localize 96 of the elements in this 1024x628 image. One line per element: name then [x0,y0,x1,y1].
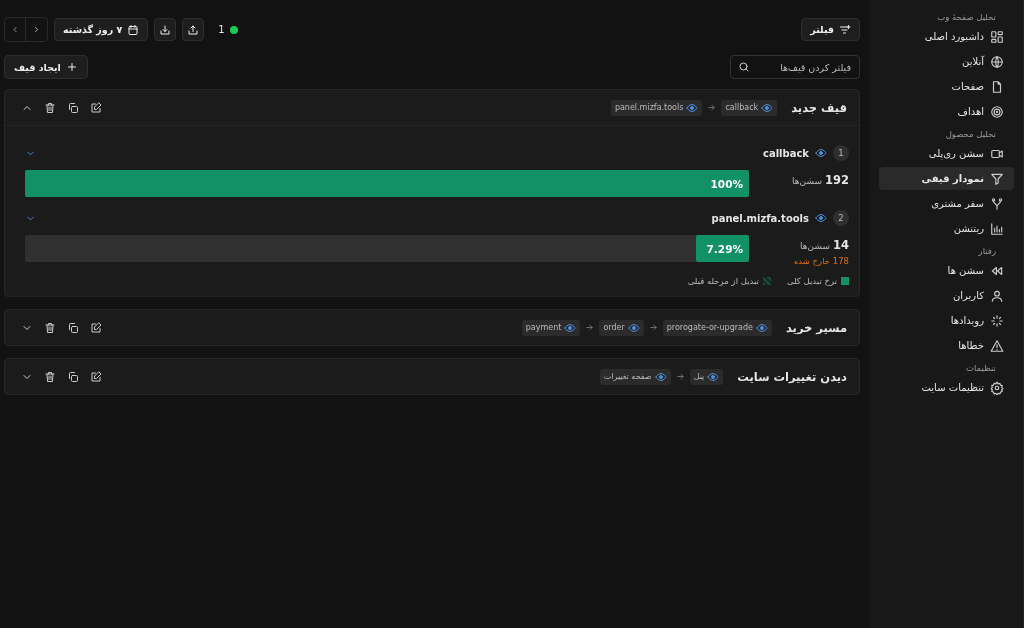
bar-chart-icon [990,221,1004,236]
conversion-percent: 100% [710,177,743,190]
download-icon [159,23,172,36]
grid-icon [990,29,1004,44]
gear-icon [990,380,1004,395]
target-icon [990,104,1004,119]
arrow-icon [675,372,685,381]
step-number: 2 [833,210,849,226]
eye-icon [761,101,774,114]
sidebar-item[interactable]: رویدادها [879,309,1014,332]
arrow-icon [707,103,717,112]
step-chip: صفحه تغییرات [599,368,671,385]
chevron-left-icon [11,24,19,35]
eye-icon [707,370,720,383]
calendar-icon [127,23,140,36]
date-range-button[interactable]: ۷ روز گذشته [54,18,149,41]
user-icon [990,288,1004,303]
sidebar-item[interactable]: نمودار قیفی [879,167,1014,190]
sidebar-item[interactable]: خطاها [879,334,1014,357]
step-chip: payment [521,319,581,336]
chevron-right-icon [32,24,41,35]
sidebar-item[interactable]: ریتنشن [879,217,1014,240]
edit-icon [90,321,102,334]
delete-button[interactable] [44,370,56,383]
section-title: رفتار [977,245,997,258]
step-chip: پنل [689,368,724,385]
delete-button[interactable] [44,101,56,114]
copy-icon [67,321,79,334]
copy-icon [67,370,79,383]
eye-icon [627,321,640,334]
search-icon [738,61,750,73]
arrow-icon [648,323,658,332]
copy-button[interactable] [67,101,79,114]
sidebar-item[interactable]: تنظیمات سایت [879,376,1014,399]
trash-icon [44,370,56,383]
section-title: تنظیمات [965,362,997,375]
sidebar-item[interactable]: داشبورد اصلی [879,25,1014,48]
sidebar-item[interactable]: آنلاین [879,50,1014,73]
sparkle-icon [990,313,1004,328]
step-chip: prorogate-or-upgrade [662,319,772,336]
funnel-title: دیدن تغییرات سایت [737,369,847,384]
step-chip: panel.mizfa.tools [610,99,703,116]
copy-icon [67,101,79,114]
section-title: تحلیل صفحهٔ وب [936,11,997,24]
funnel-icon [990,171,1004,186]
filter-icon [839,23,851,36]
warning-icon [990,338,1004,353]
step-number: 1 [833,145,849,161]
status-dot [229,25,238,34]
step-name: panel.mizfa.tools [711,212,809,224]
section-title: تحلیل محصول [944,128,997,141]
sidebar-item[interactable]: اهداف [879,100,1014,123]
edit-icon [90,370,102,383]
step-chip: order [599,319,644,336]
trash-icon [44,321,56,334]
trash-icon [44,101,56,114]
filter-button[interactable]: فیلتر [801,18,860,41]
sidebar-item[interactable]: سفر مشتری [879,192,1014,215]
edit-icon [90,101,102,114]
sidebar-item[interactable]: کاربران [879,284,1014,307]
step-chip: callback [721,99,778,116]
arrow-icon [585,323,595,332]
legend-label: نرخ تبدیل کلی [786,276,837,286]
sidebar-item[interactable]: سشن ری‌پلی [879,142,1014,165]
eye-icon [755,321,768,334]
copy-button[interactable] [67,370,79,383]
eye-icon [654,370,667,383]
plus-icon [65,61,78,73]
copy-button[interactable] [67,321,79,334]
eye-icon [686,101,699,114]
create-funnel-button[interactable]: ایجاد قیف [4,55,88,79]
edit-button[interactable] [90,101,102,114]
live-count: 1 [218,24,225,35]
eye-icon [815,147,827,159]
funnel-title: قیف جدید [791,100,847,115]
eye-icon [564,321,577,334]
upload-button[interactable] [182,18,205,41]
edit-button[interactable] [90,321,102,334]
dropped-count: 178 خارج شده [792,256,849,266]
upload-icon [187,23,200,36]
legend-swatch [762,277,771,285]
search-field[interactable]: فیلتر کردن قیف‌ها [730,55,860,79]
legend-swatch [841,277,849,285]
sidebar-item[interactable]: صفحات [879,75,1014,98]
sidebar-item[interactable]: سشن ها [879,259,1014,282]
conversion-percent: 7.29% [706,242,743,255]
branch-icon [990,196,1004,211]
edit-button[interactable] [90,370,102,383]
eye-icon [815,212,827,224]
funnel-title: مسیر خرید [785,320,847,335]
delete-button[interactable] [44,321,56,334]
globe-icon [990,54,1004,69]
file-icon [990,79,1004,94]
step-name: callback [763,147,809,159]
legend-label: تبدیل از مرحله قبلی [687,276,759,286]
download-button[interactable] [154,18,177,41]
